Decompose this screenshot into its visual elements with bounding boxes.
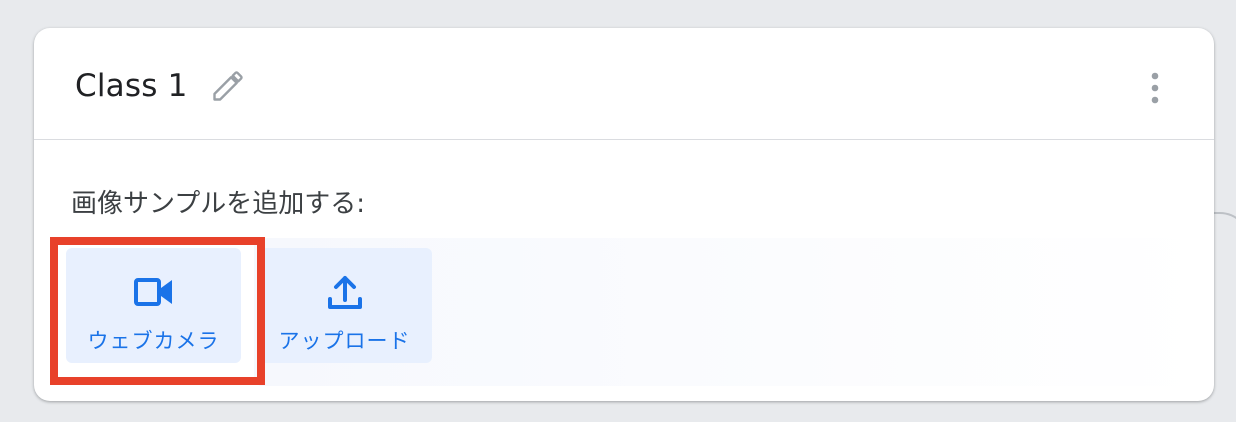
class-name[interactable]: Class 1 [75,68,188,104]
class-card: Class 1 画像サンプルを追加する: ウェブカメラ アップロード [34,28,1214,401]
upload-icon [323,270,367,314]
more-vertical-icon[interactable] [1142,68,1168,108]
video-camera-icon [132,270,176,314]
webcam-button-label: ウェブカメラ [87,329,220,353]
upload-button[interactable]: アップロード [257,248,432,363]
upload-button-label: アップロード [278,329,411,353]
pencil-icon[interactable] [210,68,246,104]
webcam-button[interactable]: ウェブカメラ [66,248,241,363]
card-header: Class 1 [34,28,1214,140]
add-samples-label: 画像サンプルを追加する: [71,189,365,219]
